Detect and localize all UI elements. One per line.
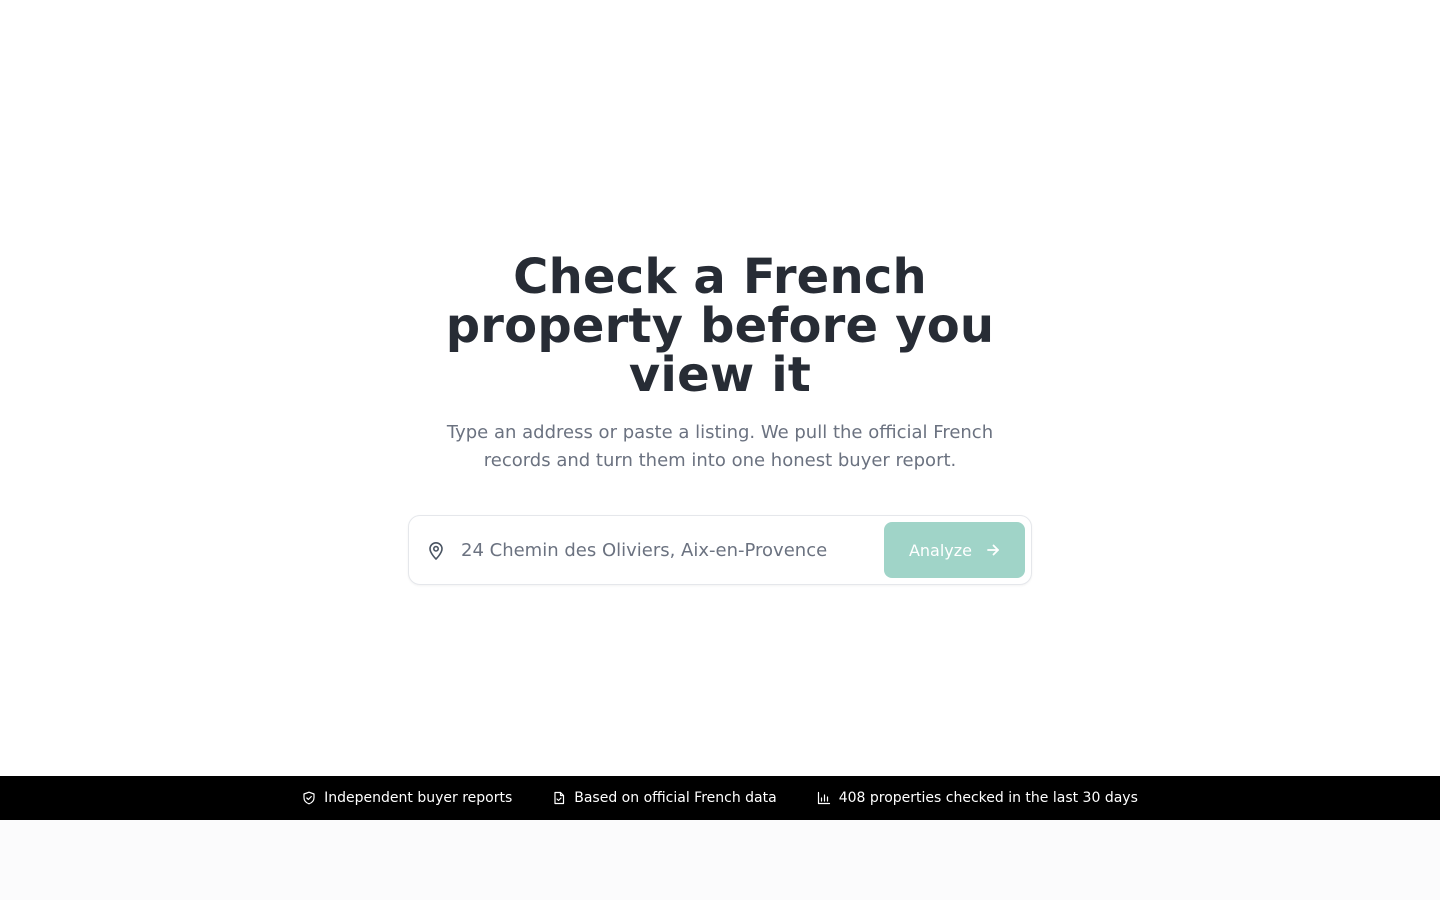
document-icon	[552, 791, 566, 805]
shield-check-icon	[302, 791, 316, 805]
bar-chart-icon	[817, 791, 831, 805]
trust-item-label: Independent buyer reports	[324, 790, 513, 806]
address-search-form: Analyze	[408, 515, 1032, 585]
trust-item-official-data: Based on official French data	[552, 790, 777, 806]
trust-item-properties-checked: 408 properties checked in the last 30 da…	[817, 790, 1138, 806]
analyze-button[interactable]: Analyze	[884, 522, 1025, 578]
hero-subtitle: Type an address or paste a listing. We p…	[446, 422, 994, 471]
address-search-input[interactable]	[461, 530, 877, 570]
map-pin-icon	[428, 542, 444, 560]
trust-item-independent: Independent buyer reports	[302, 790, 512, 806]
trust-bar: Independent buyer reports Based on offic…	[0, 776, 1440, 820]
arrow-right-icon	[986, 543, 1000, 557]
trust-item-label: Based on official French data	[574, 790, 777, 806]
landing-page: Check a French property before you view …	[0, 0, 1440, 900]
hero-section: Check a French property before you view …	[0, 0, 1440, 776]
page-footer-area	[0, 820, 1440, 900]
analyze-button-label: Analyze	[908, 540, 973, 560]
page-title: Check a French property before you view …	[445, 249, 995, 403]
trust-item-label: 408 properties checked in the last 30 da…	[838, 790, 1138, 806]
